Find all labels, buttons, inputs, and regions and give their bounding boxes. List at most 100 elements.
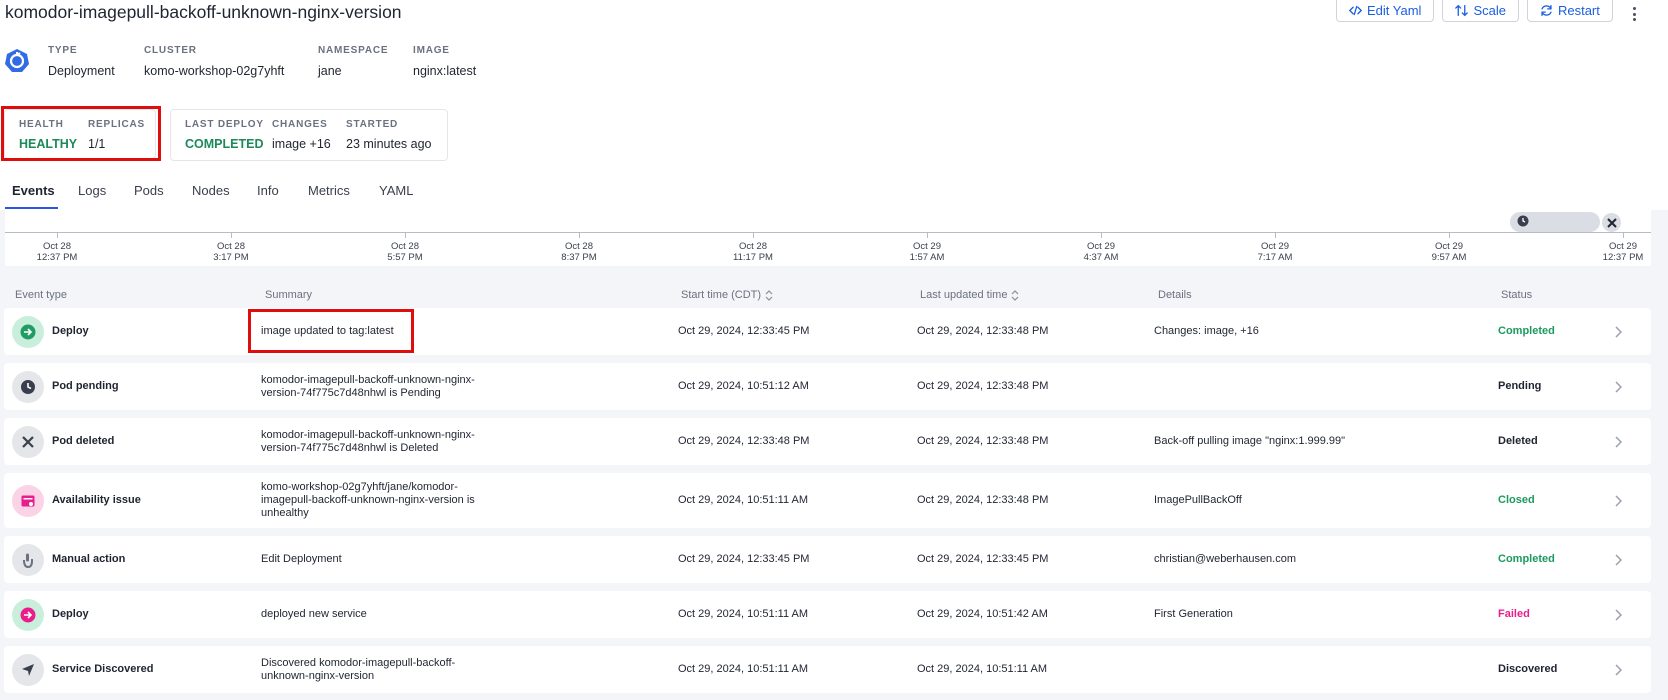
start-time-cell: Oct 29, 2024, 10:51:11 AM xyxy=(678,493,809,506)
status-cell: Closed xyxy=(1498,493,1535,506)
restart-button[interactable]: Restart xyxy=(1526,0,1613,22)
timeline-tick-label: Oct 29 12:37 PM xyxy=(1588,241,1658,263)
summary-cell: komodor-imagepull-backoff-unknown-nginx-… xyxy=(261,373,475,399)
details-cell: Back-off pulling image "nginx:1.999.99" xyxy=(1154,434,1346,447)
tab-events[interactable]: Events xyxy=(12,183,55,198)
tab-pods[interactable]: Pods xyxy=(134,183,164,198)
details-cell: First Generation xyxy=(1154,607,1233,620)
col-details: Details xyxy=(1158,289,1192,301)
col-last-updated[interactable]: Last updated time xyxy=(920,289,1019,301)
tick-time: 4:37 AM xyxy=(1083,252,1119,263)
table-row[interactable]: Service Discovered Discovered komodor-ima… xyxy=(4,646,1651,693)
start-time-cell: Oct 29, 2024, 10:51:12 AM xyxy=(678,379,809,392)
start-time-cell: Oct 29, 2024, 12:33:48 PM xyxy=(678,434,810,447)
clock-icon xyxy=(12,370,44,403)
status-cell: Deleted xyxy=(1498,434,1538,447)
deploy-card xyxy=(170,109,448,161)
tab-yaml[interactable]: YAML xyxy=(379,183,413,198)
tick-time: 8:37 PM xyxy=(561,252,597,263)
tab-info[interactable]: Info xyxy=(257,183,279,198)
chevron-right-icon[interactable] xyxy=(1614,663,1622,676)
col-summary: Summary xyxy=(265,289,313,301)
availability-icon xyxy=(12,484,44,517)
page-title: komodor-imagepull-backoff-unknown-nginx-… xyxy=(5,2,402,22)
started-value: 23 minutes ago xyxy=(346,137,432,151)
col-event-type: Event type xyxy=(15,289,67,301)
health-value: HEALTHY xyxy=(19,137,78,151)
table-row[interactable]: Pod deleted komodor-imagepull-backoff-unk… xyxy=(4,418,1651,465)
timeline-tick xyxy=(57,232,58,238)
scale-label: Scale xyxy=(1473,3,1506,18)
timeline-tick xyxy=(405,232,406,238)
event-type-cell: Deploy xyxy=(52,607,89,620)
chevron-right-icon[interactable] xyxy=(1614,325,1622,338)
timeline-close-button[interactable] xyxy=(1602,213,1621,232)
events-timeline[interactable]: Oct 28 12:37 PM Oct 28 3:17 PM Oct 28 5:57 PM… xyxy=(5,210,1651,266)
event-type-cell: Pod pending xyxy=(52,379,119,392)
health-label: HEALTH xyxy=(19,119,64,130)
close-icon xyxy=(1606,217,1617,228)
edit-yaml-label: Edit Yaml xyxy=(1367,3,1422,18)
tick-time: 9:57 AM xyxy=(1431,252,1467,263)
timeline-tick-label: Oct 28 11:17 PM xyxy=(718,241,788,263)
sort-icon xyxy=(1012,289,1019,301)
event-type-cell: Manual action xyxy=(52,552,126,565)
chevron-right-icon[interactable] xyxy=(1614,380,1622,393)
summary-cell: komo-workshop-02g7yhft/jane/komodor-imag… xyxy=(261,481,475,519)
timeline-tick-label: Oct 28 8:37 PM xyxy=(544,241,614,263)
chevron-right-icon[interactable] xyxy=(1614,494,1622,507)
scale-arrows-icon xyxy=(1455,4,1469,17)
col-start-time[interactable]: Start time (CDT) xyxy=(681,289,773,301)
scale-button[interactable]: Scale xyxy=(1442,0,1519,22)
tick-time: 5:57 PM xyxy=(387,252,423,263)
timeline-axis xyxy=(5,232,1651,233)
status-cell: Discovered xyxy=(1498,662,1558,675)
clock-icon xyxy=(1517,215,1529,227)
last-updated-cell: Oct 29, 2024, 12:33:48 PM xyxy=(917,379,1049,392)
summary-highlight-box xyxy=(248,309,414,353)
deployment-icon xyxy=(5,49,29,72)
col-status: Status xyxy=(1501,289,1533,301)
timeline-tick xyxy=(1449,232,1450,238)
sort-icon xyxy=(765,289,773,301)
chevron-right-icon[interactable] xyxy=(1614,553,1622,566)
tick-date: Oct 29 xyxy=(913,241,941,252)
start-time-cell: Oct 29, 2024, 12:33:45 PM xyxy=(678,552,810,565)
more-options-icon[interactable] xyxy=(1630,4,1638,24)
cluster-value: komo-workshop-02g7yhft xyxy=(144,64,285,78)
restart-icon xyxy=(1541,4,1552,17)
summary-cell: Edit Deployment xyxy=(261,553,342,565)
replicas-label: REPLICAS xyxy=(88,119,145,130)
tab-nodes[interactable]: Nodes xyxy=(192,183,230,198)
chevron-right-icon[interactable] xyxy=(1614,608,1622,621)
tick-time: 12:37 PM xyxy=(1602,252,1644,263)
timeline-tick-label: Oct 28 3:17 PM xyxy=(196,241,266,263)
summary-cell: deployed new service xyxy=(261,608,367,620)
table-row[interactable]: Pod pending komodor-imagepull-backoff-unk… xyxy=(4,363,1651,410)
table-row[interactable]: Availability issue komo-workshop-02g7yhft… xyxy=(4,473,1651,528)
tick-date: Oct 28 xyxy=(565,241,593,252)
tick-date: Oct 28 xyxy=(217,241,245,252)
timeline-tick xyxy=(927,232,928,238)
table-row[interactable]: Manual action Edit Deployment Oct 29, 2024… xyxy=(4,536,1651,583)
restart-label: Restart xyxy=(1557,3,1600,18)
last-updated-cell: Oct 29, 2024, 12:33:48 PM xyxy=(917,434,1049,447)
header-actions: Edit Yaml Scale Restart xyxy=(1336,0,1613,22)
event-type-cell: Availability issue xyxy=(52,493,141,506)
namespace-label: NAMESPACE xyxy=(318,45,389,56)
timeline-tick xyxy=(579,232,580,238)
started-label: STARTED xyxy=(346,119,399,130)
details-cell: christian@weberhausen.com xyxy=(1154,552,1297,565)
chevron-right-icon[interactable] xyxy=(1614,435,1622,448)
event-type-cell: Deploy xyxy=(52,324,89,337)
tab-metrics[interactable]: Metrics xyxy=(308,183,350,198)
timeline-tick-label: Oct 29 4:37 AM xyxy=(1066,241,1136,263)
tab-logs[interactable]: Logs xyxy=(78,183,106,198)
table-row[interactable]: Deploy deployed new service Oct 29, 2024, … xyxy=(4,591,1651,638)
edit-yaml-button[interactable]: Edit Yaml xyxy=(1336,0,1435,22)
namespace-value: jane xyxy=(318,64,342,78)
tab-bar: Events Logs Pods Nodes Info Metrics YAML xyxy=(0,170,1668,210)
type-label: TYPE xyxy=(48,45,78,56)
start-time-cell: Oct 29, 2024, 10:51:11 AM xyxy=(678,607,809,620)
hand-icon xyxy=(12,543,44,576)
